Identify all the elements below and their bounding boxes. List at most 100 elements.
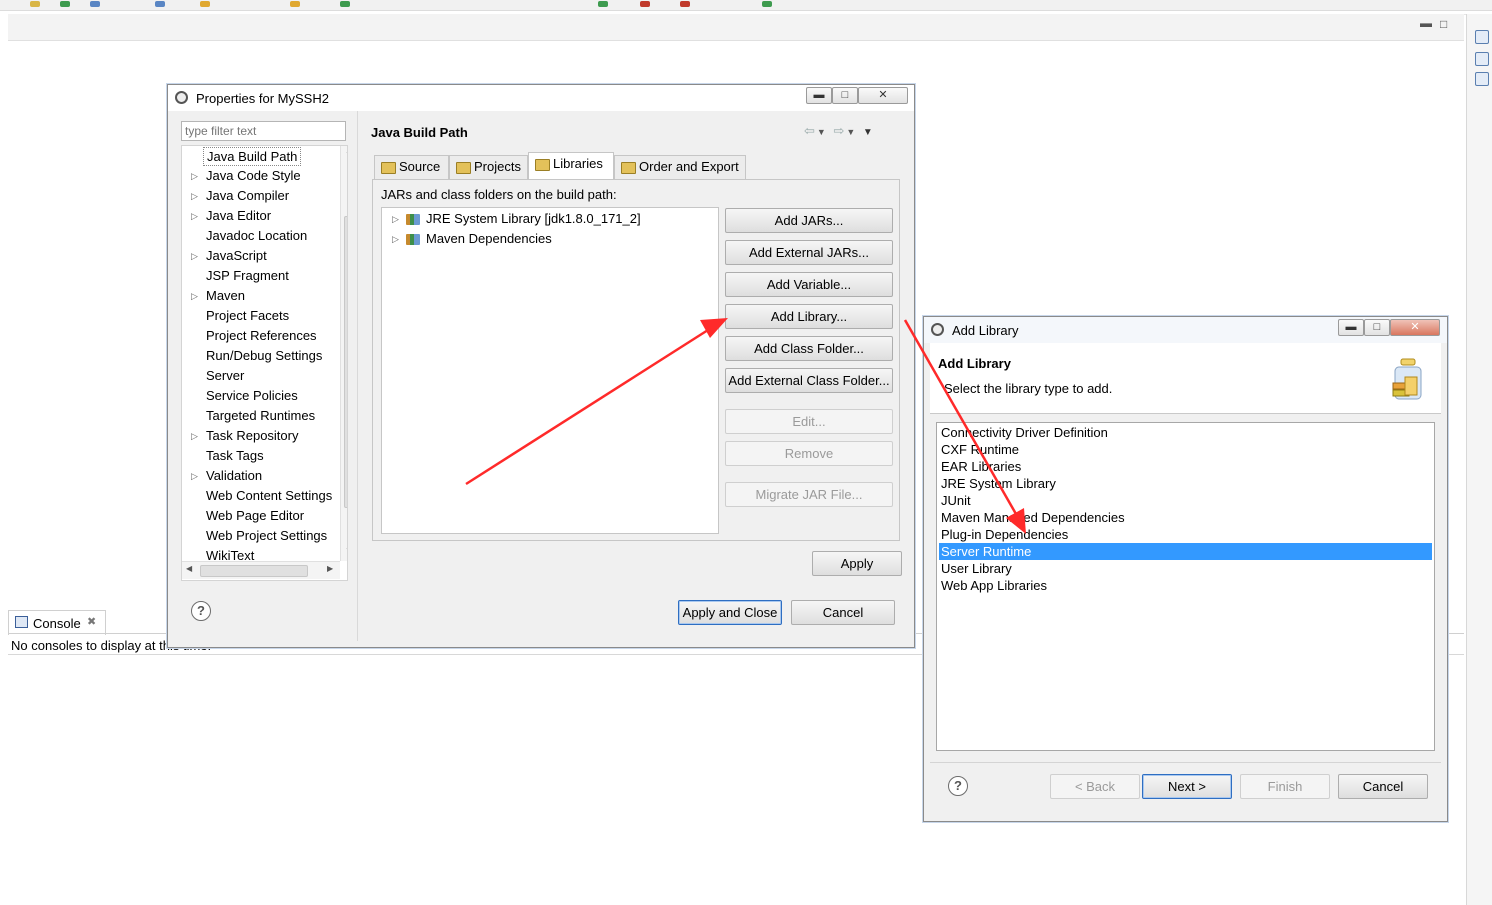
add-external-class-folder-button[interactable]: Add External Class Folder...: [725, 368, 893, 393]
nav-item[interactable]: Targeted Runtimes: [182, 406, 340, 426]
tab-console[interactable]: Console ✖: [8, 610, 106, 635]
edit-button[interactable]: Edit...: [725, 409, 893, 434]
nav-item[interactable]: ▷ Task Repository: [182, 426, 340, 446]
expand-arrow-icon[interactable]: ▷: [392, 229, 399, 249]
add-jars-button[interactable]: Add JARs...: [725, 208, 893, 233]
page-navigation[interactable]: ⇦▼ ⇨▼ ▼: [804, 123, 875, 139]
migrate-jar-button[interactable]: Migrate JAR File...: [725, 482, 893, 507]
nav-item[interactable]: Javadoc Location: [182, 226, 340, 246]
expand-arrow-icon[interactable]: ▷: [191, 186, 198, 206]
nav-item[interactable]: Project Facets: [182, 306, 340, 326]
library-type-item[interactable]: JUnit: [939, 492, 1432, 509]
library-type-item[interactable]: Server Runtime: [939, 543, 1432, 560]
cancel-button[interactable]: Cancel: [791, 600, 895, 625]
back-arrow-icon[interactable]: ⇦: [804, 123, 817, 138]
nav-item[interactable]: ▷ Java Editor: [182, 206, 340, 226]
filter-input[interactable]: [181, 121, 346, 141]
chevron-down-icon[interactable]: ▼: [817, 127, 828, 137]
scrollbar-thumb[interactable]: [344, 216, 347, 508]
close-button[interactable]: ✕: [858, 87, 908, 104]
help-icon[interactable]: ?: [191, 601, 211, 621]
add-class-folder-button[interactable]: Add Class Folder...: [725, 336, 893, 361]
view-menu-icon[interactable]: ▼: [863, 127, 875, 138]
maximize-button[interactable]: □: [832, 87, 858, 104]
horizontal-scrollbar[interactable]: ◀ ▶: [182, 561, 340, 579]
nav-item[interactable]: Web Page Editor: [182, 506, 340, 526]
add-library-title-bar[interactable]: Add Library ▬ □ ✕: [924, 317, 1447, 343]
maximize-icon[interactable]: □: [1440, 17, 1447, 31]
nav-item[interactable]: JSP Fragment: [182, 266, 340, 286]
toolbar-icon[interactable]: [200, 1, 210, 7]
next-button[interactable]: Next >: [1142, 774, 1232, 799]
forward-arrow-icon[interactable]: ⇨: [833, 123, 846, 138]
nav-item[interactable]: ▷ Validation: [182, 466, 340, 486]
expand-arrow-icon[interactable]: ▷: [191, 426, 198, 446]
expand-arrow-icon[interactable]: ▷: [191, 206, 198, 226]
toolbar-icon[interactable]: [598, 1, 608, 7]
help-icon[interactable]: ?: [948, 776, 968, 796]
tab-order-and-export[interactable]: Order and Export: [614, 155, 746, 179]
tab-projects[interactable]: Projects: [449, 155, 528, 179]
expand-arrow-icon[interactable]: ▷: [191, 246, 198, 266]
library-type-item[interactable]: Connectivity Driver Definition: [939, 424, 1432, 441]
scroll-right-icon[interactable]: ▶: [327, 564, 333, 573]
minimize-button[interactable]: ▬: [806, 87, 832, 104]
nav-item[interactable]: Web Project Settings: [182, 526, 340, 546]
expand-arrow-icon[interactable]: ▷: [191, 286, 198, 306]
outline-icon[interactable]: [1475, 52, 1489, 66]
nav-item[interactable]: Service Policies: [182, 386, 340, 406]
add-library-button[interactable]: Add Library...: [725, 304, 893, 329]
minimize-icon[interactable]: ▬: [1420, 16, 1432, 30]
library-type-item[interactable]: CXF Runtime: [939, 441, 1432, 458]
toolbar-icon[interactable]: [155, 1, 165, 7]
expand-arrow-icon[interactable]: ▷: [191, 166, 198, 186]
back-button[interactable]: < Back: [1050, 774, 1140, 799]
close-icon[interactable]: ✖: [87, 615, 96, 628]
nav-item[interactable]: Web Content Settings: [182, 486, 340, 506]
nav-item[interactable]: ▷ Java Compiler: [182, 186, 340, 206]
library-type-item[interactable]: EAR Libraries: [939, 458, 1432, 475]
library-type-item[interactable]: JRE System Library: [939, 475, 1432, 492]
library-entry[interactable]: ▷ JRE System Library [jdk1.8.0_171_2]: [382, 209, 718, 229]
nav-item[interactable]: Run/Debug Settings: [182, 346, 340, 366]
toolbar-icon[interactable]: [340, 1, 350, 7]
toolbar-icon[interactable]: [680, 1, 690, 7]
nav-item[interactable]: ▷ Java Code Style: [182, 166, 340, 186]
tab-source[interactable]: Source: [374, 155, 449, 179]
scroll-down-icon[interactable]: ▼: [345, 546, 347, 555]
toolbar-icon[interactable]: [290, 1, 300, 7]
scrollbar-thumb[interactable]: [200, 565, 308, 577]
cancel-button[interactable]: Cancel: [1338, 774, 1428, 799]
maximize-button[interactable]: □: [1364, 319, 1390, 336]
nav-item[interactable]: Server: [182, 366, 340, 386]
scroll-left-icon[interactable]: ◀: [186, 564, 192, 573]
library-entry[interactable]: ▷ Maven Dependencies: [382, 229, 718, 249]
vertical-scrollbar[interactable]: ▲ ▼: [340, 146, 347, 561]
toolbar-icon[interactable]: [60, 1, 70, 7]
nav-item[interactable]: Java Build Path: [182, 146, 340, 166]
toolbar-icon[interactable]: [30, 1, 40, 7]
close-button[interactable]: ✕: [1390, 319, 1440, 336]
chevron-down-icon[interactable]: ▼: [846, 127, 857, 137]
toolbar-icon[interactable]: [762, 1, 772, 7]
toolbar-icon[interactable]: [90, 1, 100, 7]
tab-libraries[interactable]: Libraries: [528, 152, 614, 180]
restore-icon[interactable]: [1475, 30, 1489, 44]
expand-arrow-icon[interactable]: ▷: [392, 209, 399, 229]
task-list-icon[interactable]: [1475, 72, 1489, 86]
add-variable-button[interactable]: Add Variable...: [725, 272, 893, 297]
add-external-jars-button[interactable]: Add External JARs...: [725, 240, 893, 265]
properties-title-bar[interactable]: Properties for MySSH2 ▬ □ ✕: [168, 85, 914, 111]
expand-arrow-icon[interactable]: ▷: [191, 466, 198, 486]
library-type-item[interactable]: Maven Managed Dependencies: [939, 509, 1432, 526]
scroll-up-icon[interactable]: ▲: [345, 146, 347, 155]
toolbar-icon[interactable]: [640, 1, 650, 7]
library-type-item[interactable]: User Library: [939, 560, 1432, 577]
nav-item[interactable]: Task Tags: [182, 446, 340, 466]
finish-button[interactable]: Finish: [1240, 774, 1330, 799]
nav-item[interactable]: Project References: [182, 326, 340, 346]
library-type-item[interactable]: Plug-in Dependencies: [939, 526, 1432, 543]
library-type-item[interactable]: Web App Libraries: [939, 577, 1432, 594]
nav-item[interactable]: ▷ JavaScript: [182, 246, 340, 266]
apply-button[interactable]: Apply: [812, 551, 902, 576]
